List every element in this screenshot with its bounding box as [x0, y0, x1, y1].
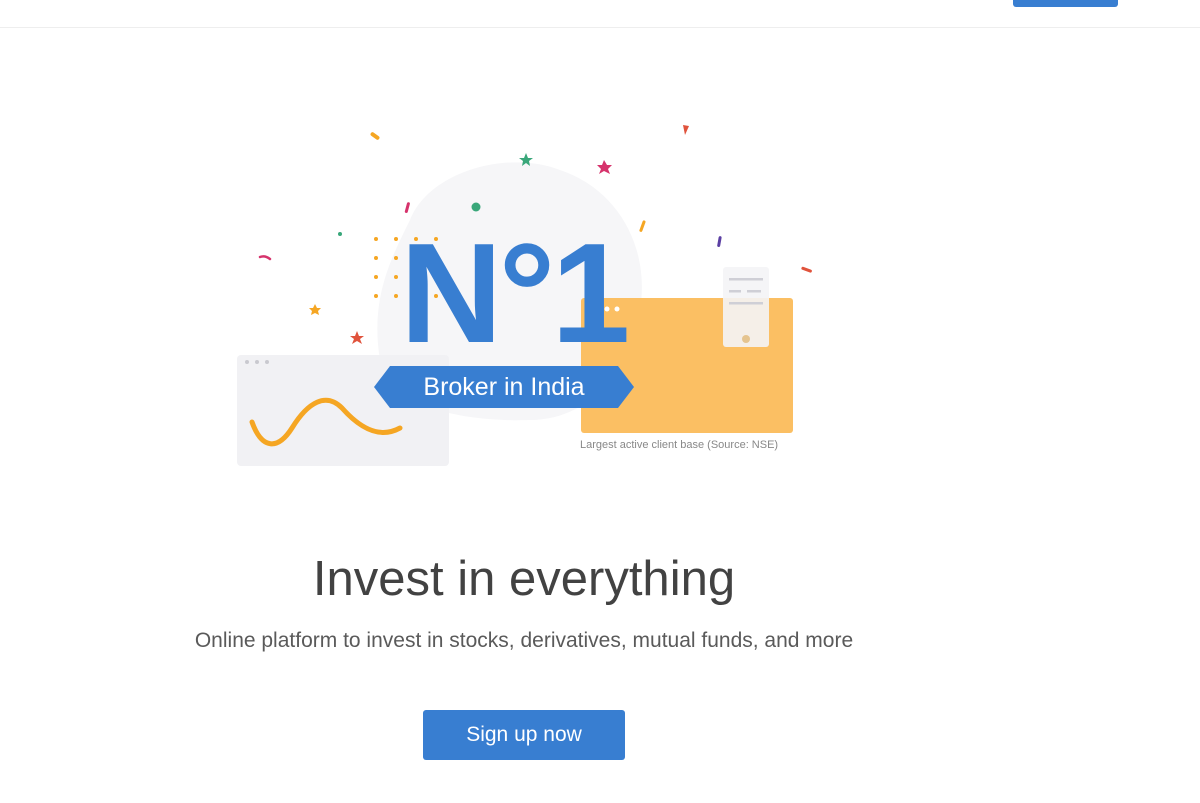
hero-illustration: N°1 Broker in India Largest active clien… [230, 110, 830, 480]
page-subheadline: Online platform to invest in stocks, der… [194, 629, 854, 652]
landing-page: N°1 Broker in India Largest active clien… [0, 0, 1200, 803]
topbar-signup-button[interactable] [1013, 0, 1118, 7]
signup-button[interactable]: Sign up now [423, 710, 625, 760]
number-one-heading: N°1 [400, 214, 630, 373]
broker-badge: Broker in India [423, 372, 585, 401]
page-headline: Invest in everything [312, 552, 736, 606]
client-base-caption: Largest active client base (Source: NSE) [580, 439, 779, 451]
window-dots-icon [245, 360, 249, 364]
top-navigation-bar [0, 0, 1200, 28]
